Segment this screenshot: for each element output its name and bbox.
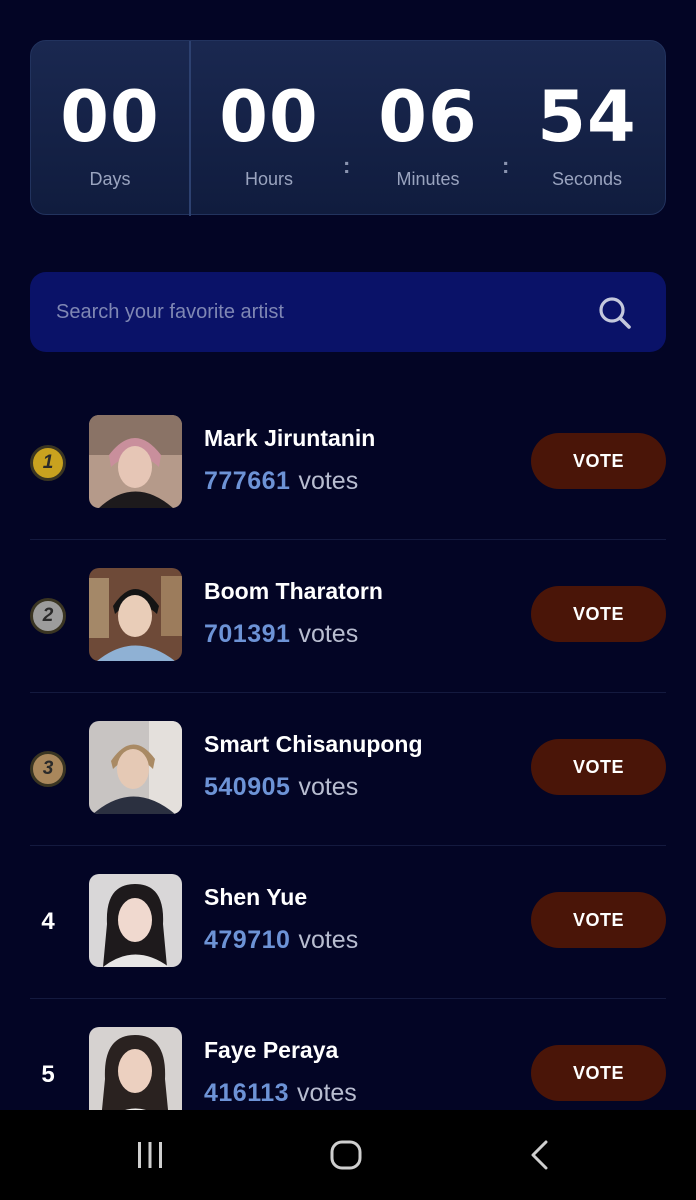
artist-name: Shen Yue	[204, 884, 308, 910]
artist-name: Faye Peraya	[204, 1037, 339, 1063]
vote-count: 540905	[204, 773, 291, 801]
rank-badge-silver: 2	[30, 598, 66, 634]
vote-tally: 540905 votes	[204, 773, 358, 802]
countdown-seconds-label: Seconds	[551, 169, 623, 189]
recent-apps-button[interactable]	[90, 1110, 210, 1200]
countdown-panel: 00 Days 00 Hours : 06 Minutes : 54 Secon…	[30, 40, 666, 216]
votes-label: votes	[298, 926, 359, 954]
list-item: 5 Faye Peraya 416113 votes VOTE	[0, 999, 696, 1110]
rank-badge-bronze: 3	[30, 751, 66, 787]
countdown-separator: :	[343, 153, 351, 178]
list-item: 3 Smart Chisanupong 540905 votes VOTE	[0, 693, 696, 846]
vote-button[interactable]: VOTE	[531, 739, 666, 795]
list-item: 4 Shen Yue 479710 votes VOTE	[0, 846, 696, 999]
votes-label: votes	[298, 467, 359, 495]
avatar	[89, 721, 182, 814]
rank-number: 5	[41, 1061, 55, 1088]
countdown-days-label: Days	[89, 169, 131, 189]
countdown-days-value: 00	[60, 76, 160, 158]
countdown-minutes-value: 06	[378, 76, 478, 158]
avatar	[89, 568, 182, 661]
countdown-hours-value: 00	[219, 76, 319, 158]
search-bar	[30, 272, 666, 352]
avatar	[89, 874, 182, 967]
search-icon[interactable]	[596, 294, 634, 332]
votes-label: votes	[297, 1079, 357, 1107]
vote-tally: 701391 votes	[204, 620, 358, 649]
home-icon	[330, 1140, 362, 1170]
search-input[interactable]	[56, 296, 576, 328]
vote-count: 479710	[204, 926, 291, 954]
vote-count: 416113	[204, 1079, 290, 1107]
back-button[interactable]	[480, 1110, 600, 1200]
home-button[interactable]	[284, 1110, 404, 1200]
artist-name: Smart Chisanupong	[204, 731, 423, 757]
votes-label: votes	[298, 773, 359, 801]
vote-count: 777661	[204, 467, 291, 495]
system-navigation-bar	[0, 1110, 696, 1200]
vote-button[interactable]: VOTE	[531, 433, 666, 489]
countdown-hours: 00 Hours	[199, 41, 339, 216]
voting-screen: 00 Days 00 Hours : 06 Minutes : 54 Secon…	[0, 0, 696, 1110]
vote-tally: 416113 votes	[204, 1079, 357, 1108]
artist-name: Mark Jiruntanin	[204, 425, 376, 451]
vote-button[interactable]: VOTE	[531, 892, 666, 948]
countdown-seconds: 54 Seconds	[517, 41, 657, 216]
votes-label: votes	[298, 620, 359, 648]
vote-tally: 479710 votes	[204, 926, 358, 955]
back-icon	[531, 1140, 548, 1170]
vote-button[interactable]: VOTE	[531, 1045, 666, 1101]
countdown-divider	[189, 41, 191, 216]
vote-count: 701391	[204, 620, 291, 648]
countdown-seconds-value: 54	[537, 76, 637, 158]
vote-button[interactable]: VOTE	[531, 586, 666, 642]
countdown-hours-label: Hours	[244, 169, 293, 189]
countdown-minutes: 06 Minutes	[358, 41, 498, 216]
countdown-minutes-label: Minutes	[396, 169, 460, 189]
avatar	[89, 415, 182, 508]
vote-tally: 777661 votes	[204, 467, 358, 496]
rank-number: 4	[41, 908, 55, 935]
list-item: 2 Boom Tharatorn 701391 votes VOTE	[0, 540, 696, 693]
list-item: 1 Mark Jiruntanin 777661 votes VOTE	[0, 387, 696, 540]
countdown-separator: :	[502, 153, 510, 178]
avatar	[89, 1027, 182, 1110]
countdown-days: 00 Days	[40, 41, 180, 216]
recent-apps-icon	[138, 1142, 162, 1168]
ranking-list: 1 Mark Jiruntanin 777661 votes VOTE 2 Bo…	[0, 387, 696, 1110]
rank-badge-gold: 1	[30, 445, 66, 481]
artist-name: Boom Tharatorn	[204, 578, 383, 604]
